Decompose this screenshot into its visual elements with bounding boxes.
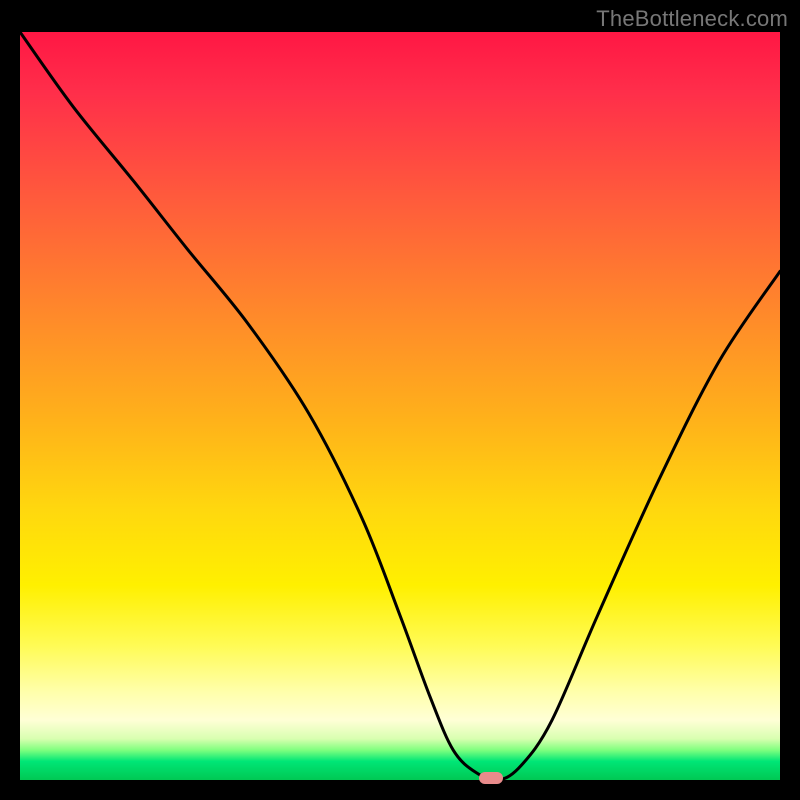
curve-path (20, 32, 780, 780)
plot-area (20, 32, 780, 780)
watermark-text: TheBottleneck.com (596, 6, 788, 32)
optimal-point-marker (479, 772, 503, 784)
bottleneck-curve (20, 32, 780, 780)
chart-container: TheBottleneck.com (0, 0, 800, 800)
